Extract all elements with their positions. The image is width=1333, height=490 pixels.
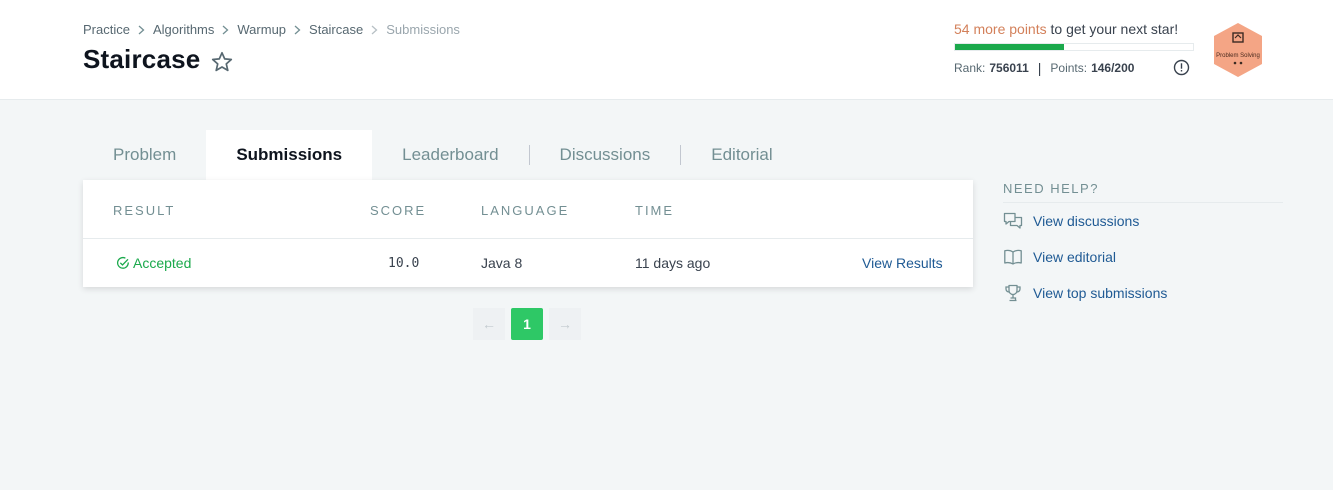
points-needed: 54 more points <box>954 21 1047 37</box>
view-discussions-label: View discussions <box>1033 213 1140 229</box>
chevron-right-icon <box>371 25 378 34</box>
rank-points-line: Rank: 756011 | Points: 146/200 <box>954 60 1134 76</box>
need-help-title: NEED HELP? <box>1003 181 1283 203</box>
book-icon <box>1004 249 1022 265</box>
result-label: Accepted <box>133 255 192 271</box>
content-tabs: Problem Submissions Leaderboard Discussi… <box>83 130 803 180</box>
language-value: Java 8 <box>481 255 523 271</box>
view-editorial-label: View editorial <box>1033 249 1117 265</box>
chevron-right-icon <box>294 25 301 34</box>
submissions-table: RESULT SCORE LANGUAGE TIME Accepted 10.0… <box>83 180 973 287</box>
problem-solving-badge-icon[interactable] <box>1211 22 1265 78</box>
pagination: ← 1 → <box>473 308 587 340</box>
page-header: Practice Algorithms Warmup Staircase Sub… <box>0 0 1333 100</box>
star-progress-fill <box>955 44 1065 50</box>
view-top-submissions-label: View top submissions <box>1033 285 1168 301</box>
star-progress-bar <box>954 43 1194 51</box>
rank-separator: | <box>1037 60 1042 76</box>
breadcrumb-staircase[interactable]: Staircase <box>309 22 363 37</box>
tab-leaderboard[interactable]: Leaderboard <box>372 130 528 180</box>
info-icon[interactable] <box>1173 59 1190 76</box>
points-needed-suffix: to get your next star! <box>1046 21 1179 37</box>
breadcrumb-submissions: Submissions <box>386 22 460 37</box>
column-header-score: SCORE <box>370 203 427 218</box>
column-header-time: TIME <box>635 203 675 218</box>
chevron-right-icon <box>222 25 229 34</box>
rank-value: 756011 <box>989 61 1029 75</box>
view-results-link[interactable]: View Results <box>862 255 943 271</box>
score-value: 10.0 <box>388 256 420 271</box>
rank-label: Rank: <box>954 61 986 75</box>
next-star-message: 54 more points to get your next star! <box>954 21 1178 37</box>
tab-problem[interactable]: Problem <box>83 130 206 180</box>
view-top-submissions-link[interactable]: View top submissions <box>1003 275 1283 311</box>
breadcrumb-practice[interactable]: Practice <box>83 22 130 37</box>
result-status: Accepted <box>116 255 191 271</box>
star-icon[interactable] <box>210 50 234 74</box>
column-header-result: RESULT <box>113 203 176 218</box>
column-header-language: LANGUAGE <box>481 203 570 218</box>
time-value: 11 days ago <box>635 255 711 271</box>
breadcrumb-warmup[interactable]: Warmup <box>237 22 286 37</box>
chevron-right-icon <box>138 25 145 34</box>
page-button-1[interactable]: 1 <box>511 308 543 340</box>
tab-submissions[interactable]: Submissions <box>206 130 373 180</box>
check-circle-icon <box>116 256 129 269</box>
next-page-button[interactable]: → <box>549 308 581 340</box>
discussion-icon <box>1003 212 1023 229</box>
page-title: Staircase <box>83 44 201 74</box>
badge-label: Problem Solving <box>1216 53 1260 59</box>
tab-editorial[interactable]: Editorial <box>681 130 802 180</box>
need-help-panel: NEED HELP? View discussions View editori… <box>1003 181 1283 311</box>
tab-discussions[interactable]: Discussions <box>530 130 681 180</box>
view-editorial-link[interactable]: View editorial <box>1003 239 1283 275</box>
points-value: 146/200 <box>1091 61 1135 75</box>
table-header: RESULT SCORE LANGUAGE TIME <box>83 180 973 239</box>
breadcrumb-algorithms[interactable]: Algorithms <box>153 22 214 37</box>
trophy-icon <box>1005 284 1021 302</box>
view-discussions-link[interactable]: View discussions <box>1003 203 1283 239</box>
prev-page-button[interactable]: ← <box>473 308 505 340</box>
breadcrumb: Practice Algorithms Warmup Staircase Sub… <box>83 22 460 37</box>
points-label: Points: <box>1050 61 1088 75</box>
table-row: Accepted 10.0 Java 8 11 days ago View Re… <box>83 240 973 287</box>
